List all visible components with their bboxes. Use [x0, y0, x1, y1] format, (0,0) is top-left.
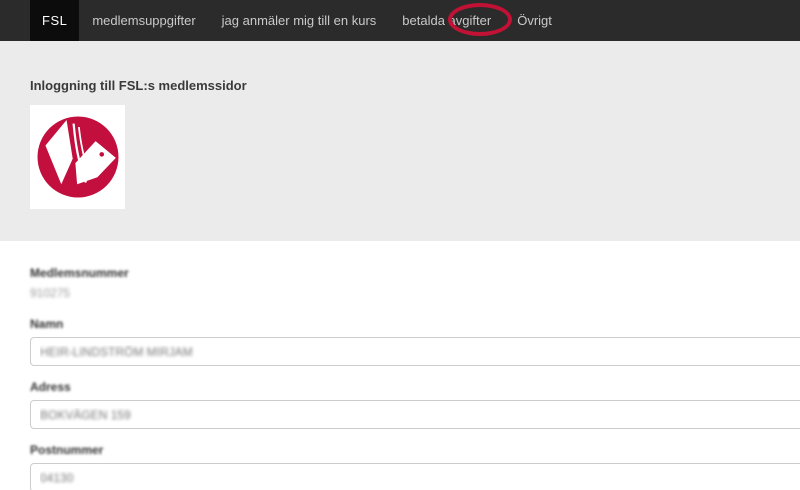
namn-label: Namn	[30, 317, 64, 331]
hero-section: Inloggning till FSL:s medlemssidor	[0, 41, 800, 241]
page-title: Inloggning till FSL:s medlemssidor	[30, 78, 247, 93]
nav-item-ovrigt[interactable]: Övrigt	[504, 0, 565, 41]
nav-item-betalda-avgifter[interactable]: betalda avgifter	[389, 0, 504, 41]
postnummer-label: Postnummer	[30, 443, 104, 457]
nav-item-kursanmalan[interactable]: jag anmäler mig till en kurs	[209, 0, 390, 41]
nav-brand-fsl[interactable]: FSL	[30, 0, 80, 41]
member-info-form: Medlemsnummer 910275 Namn Adress Postnum…	[0, 241, 800, 490]
adress-label: Adress	[30, 380, 71, 394]
top-navbar: FSL medlemsuppgifter jag anmäler mig til…	[0, 0, 800, 41]
postnummer-input[interactable]	[30, 463, 800, 490]
medlemsnummer-value: 910275	[30, 286, 71, 300]
fsl-logo	[30, 105, 125, 209]
adress-input[interactable]	[30, 400, 800, 429]
namn-input[interactable]	[30, 337, 800, 366]
medlemsnummer-label: Medlemsnummer	[30, 266, 129, 280]
nav-item-medlemsuppgifter[interactable]: medlemsuppgifter	[79, 0, 208, 41]
fsl-bird-book-logo-icon	[37, 116, 118, 198]
